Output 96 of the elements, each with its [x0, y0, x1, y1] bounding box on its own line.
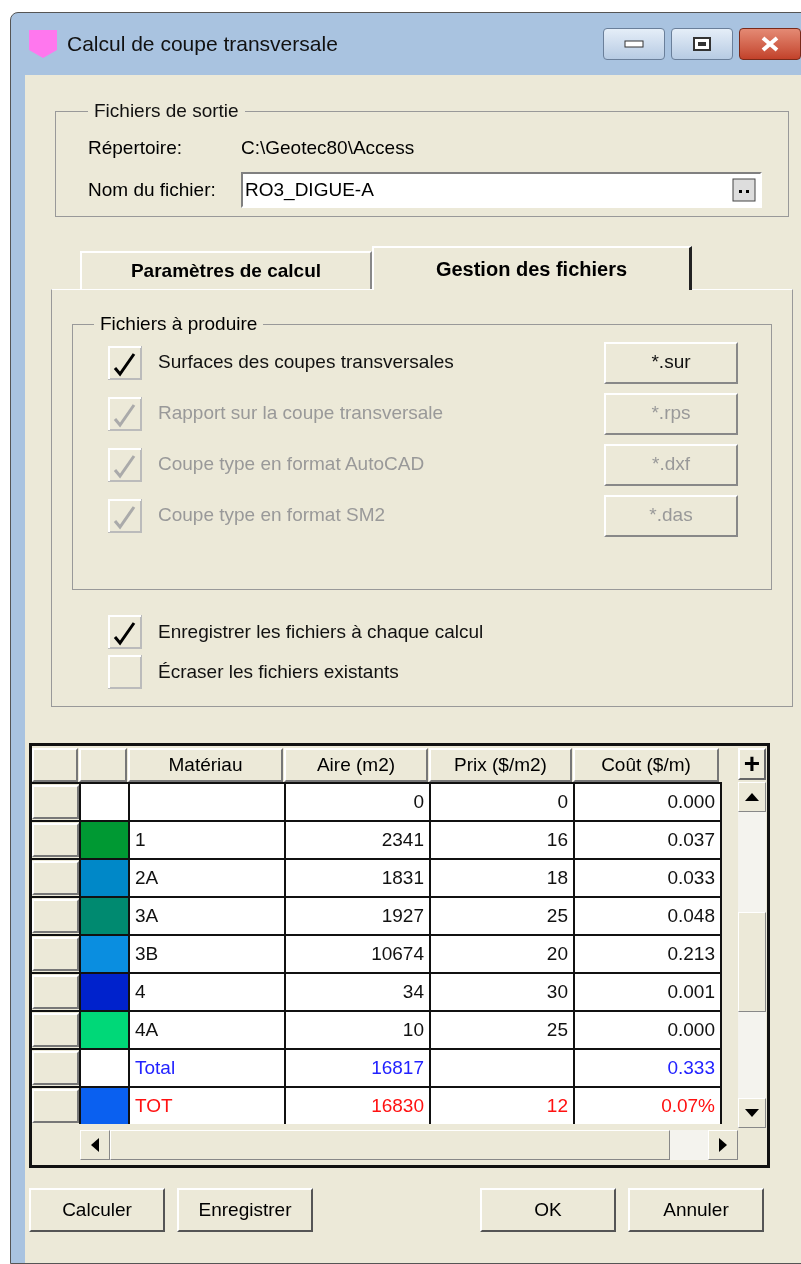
table-cell: 3A	[128, 898, 284, 934]
tab[interactable]: Gestion des fichiers	[372, 246, 692, 290]
group-legend: Fichiers à produire	[94, 310, 264, 339]
table-cell: 10674	[284, 936, 429, 972]
vertical-scrollbar[interactable]	[738, 782, 766, 1128]
color-swatch[interactable]	[79, 860, 128, 896]
table-cell: 0.333	[573, 1050, 720, 1086]
browse-icon[interactable]	[732, 178, 756, 202]
scroll-up-icon[interactable]	[745, 793, 759, 801]
table-cell: 0.001	[573, 974, 720, 1010]
row-header[interactable]	[32, 1051, 79, 1085]
dialog-button[interactable]: Enregistrer	[177, 1188, 313, 1232]
checkbox[interactable]	[108, 655, 142, 689]
checkbox-label: Rapport sur la coupe transversale	[158, 401, 444, 426]
row-header[interactable]	[32, 937, 79, 971]
color-swatch[interactable]	[79, 898, 128, 934]
table-cell: 20	[429, 936, 573, 972]
table-cell: 0.048	[573, 898, 720, 934]
header-corner	[79, 748, 127, 782]
table-cell: 16817	[284, 1050, 429, 1086]
table-cell: 16830	[284, 1088, 429, 1124]
column-header[interactable]: Matériau	[128, 748, 283, 782]
table-cell: 1831	[284, 860, 429, 896]
dialog-button[interactable]: OK	[480, 1188, 616, 1232]
table-cell: 10	[284, 1012, 429, 1048]
close-button[interactable]	[739, 28, 801, 60]
table-cell: 4A	[128, 1012, 284, 1048]
table-cell: 0.033	[573, 860, 720, 896]
color-swatch[interactable]	[79, 974, 128, 1010]
checkbox[interactable]	[108, 345, 142, 380]
row-header[interactable]	[32, 861, 79, 895]
maximize-button[interactable]	[671, 28, 733, 60]
table-cell: 34	[284, 974, 429, 1010]
field-label: Répertoire:	[88, 135, 183, 160]
checkbox-label: Surfaces des coupes transversales	[158, 350, 454, 375]
table-cell: 0	[284, 784, 429, 820]
extension-button[interactable]: *.sur	[604, 341, 738, 384]
table-cell: 3B	[128, 936, 284, 972]
row-header[interactable]	[32, 1089, 79, 1123]
table-cell: 18	[429, 860, 573, 896]
table-cell: TOT	[128, 1088, 284, 1124]
color-swatch[interactable]	[79, 1050, 128, 1086]
color-swatch[interactable]	[79, 936, 128, 972]
table-cell: 0	[429, 784, 573, 820]
minimize-icon	[624, 40, 644, 48]
checkbox-label: Écraser les fichiers existants	[158, 659, 399, 684]
row-header[interactable]	[32, 1013, 79, 1047]
dialog-button[interactable]: Calculer	[29, 1188, 165, 1232]
dialog-button[interactable]: Annuler	[628, 1188, 764, 1232]
close-icon	[760, 36, 780, 52]
checkbox-label: Coupe type en format SM2	[158, 503, 386, 528]
app-icon	[27, 28, 59, 60]
color-swatch[interactable]	[79, 822, 128, 858]
scroll-right-icon[interactable]	[719, 1138, 727, 1152]
scroll-down-icon[interactable]	[745, 1109, 759, 1117]
table-cell: 1	[128, 822, 284, 858]
table-cell: 25	[429, 898, 573, 934]
table-cell: 0.07%	[573, 1088, 720, 1124]
row-header[interactable]	[32, 785, 79, 819]
table-cell: Total	[128, 1050, 284, 1086]
field-label: Nom du fichier:	[88, 177, 217, 202]
color-swatch[interactable]	[79, 784, 128, 820]
filename-field[interactable]: RO3_DIGUE-A	[241, 172, 762, 208]
table-cell: 0.213	[573, 936, 720, 972]
directory-path: C:\Geotec80\Access	[241, 135, 415, 160]
window-title: Calcul de coupe transversale	[67, 31, 338, 58]
table-cell: 30	[429, 974, 573, 1010]
maximize-icon	[693, 37, 711, 51]
table-cell: 0.000	[573, 1012, 720, 1048]
table-cell: 2A	[128, 860, 284, 896]
table-cell: 1927	[284, 898, 429, 934]
table-cell: 16	[429, 822, 573, 858]
table-cell: 25	[429, 1012, 573, 1048]
group-legend: Fichiers de sortie	[88, 97, 245, 126]
table-cell: 12	[429, 1088, 573, 1124]
minimize-button[interactable]	[603, 28, 665, 60]
scroll-thumb[interactable]	[738, 912, 766, 1012]
color-swatch[interactable]	[79, 1088, 128, 1124]
checkbox-label: Coupe type en format AutoCAD	[158, 452, 425, 477]
checkbox[interactable]	[108, 615, 142, 649]
table-cell: 4	[128, 974, 284, 1010]
table-cell: 0.037	[573, 822, 720, 858]
row-header[interactable]	[32, 975, 79, 1009]
tab[interactable]: Paramètres de calcul	[80, 251, 372, 289]
add-row-button[interactable]: +	[738, 748, 766, 780]
row-header[interactable]	[32, 899, 79, 933]
table-cell: 2341	[284, 822, 429, 858]
row-header[interactable]	[32, 823, 79, 857]
column-header[interactable]: Aire (m2)	[284, 748, 428, 782]
column-header[interactable]: Prix ($/m2)	[429, 748, 572, 782]
checkbox-label: Enregistrer les fichiers à chaque calcul	[158, 619, 484, 644]
header-corner	[32, 748, 78, 782]
table-cell: 0.000	[573, 784, 720, 820]
scroll-left-icon[interactable]	[91, 1138, 99, 1152]
column-header[interactable]: Coût ($/m)	[573, 748, 719, 782]
color-swatch[interactable]	[79, 1012, 128, 1048]
